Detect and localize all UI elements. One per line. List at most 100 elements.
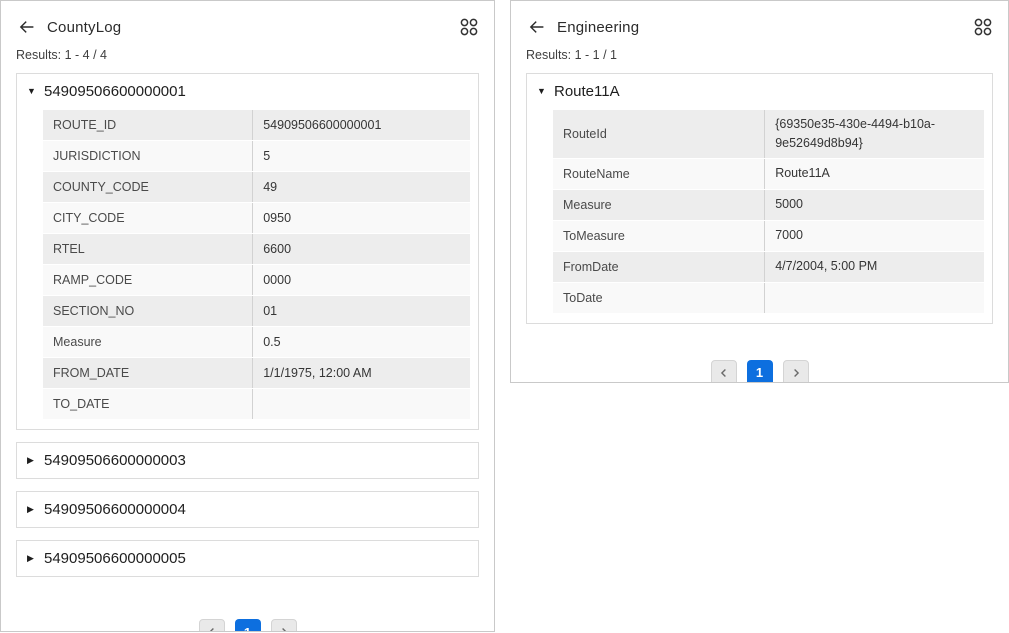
chevron-right-icon — [790, 367, 802, 379]
feature-toggle[interactable]: ▶ 54909506600000005 — [17, 541, 478, 576]
attribute-value: Route11A — [764, 159, 984, 189]
pagination-next-button[interactable] — [271, 619, 297, 632]
pagination-page-button[interactable]: 1 — [747, 360, 773, 384]
attribute-value: {69350e35-430e-4494-b10a-9e52649d8b94} — [764, 110, 984, 158]
pagination-page-button[interactable]: 1 — [235, 619, 261, 632]
attribute-value: 0950 — [252, 203, 470, 233]
attribute-label: RouteId — [553, 110, 764, 158]
attribute-label: SECTION_NO — [43, 296, 252, 326]
apps-grid-button[interactable] — [973, 17, 993, 37]
results-count: Results: 1 - 1 / 1 — [526, 48, 993, 62]
attribute-label: FromDate — [553, 252, 764, 282]
feature-toggle[interactable]: ▼ Route11A — [527, 74, 992, 109]
attribute-value: 49 — [252, 172, 470, 202]
pagination: 1 — [16, 619, 479, 632]
attribute-row: RAMP_CODE 0000 — [43, 265, 470, 296]
apps-grid-icon — [973, 17, 993, 37]
attribute-row: TO_DATE — [43, 389, 470, 419]
feature-panel: Engineering Results: 1 - 1 / 1 ▼ Route11… — [510, 0, 1009, 383]
attribute-value: 5000 — [764, 190, 984, 220]
feature-card: ▼ Route11A RouteId {69350e35-430e-4494-b… — [526, 73, 993, 324]
arrow-left-icon — [18, 19, 35, 35]
attribute-row: JURISDICTION 5 — [43, 141, 470, 172]
panel-title: CountyLog — [47, 19, 121, 36]
attribute-row: ToMeasure 7000 — [553, 221, 984, 252]
caret-icon: ▶ — [27, 505, 38, 514]
attribute-label: RouteName — [553, 159, 764, 189]
results-count: Results: 1 - 4 / 4 — [16, 48, 479, 62]
panel-header: CountyLog — [16, 13, 479, 41]
pagination-next-button[interactable] — [783, 360, 809, 384]
attribute-table: ROUTE_ID 54909506600000001 JURISDICTION … — [43, 110, 470, 419]
feature-card: ▶ 54909506600000003 — [16, 442, 479, 479]
feature-card: ▶ 54909506600000004 — [16, 491, 479, 528]
feature-title: 54909506600000003 — [44, 452, 186, 469]
attribute-value: 7000 — [764, 221, 984, 251]
attribute-row: FROM_DATE 1/1/1975, 12:00 AM — [43, 358, 470, 389]
attribute-label: FROM_DATE — [43, 358, 252, 388]
feature-title: 54909506600000004 — [44, 501, 186, 518]
attribute-value: 0000 — [252, 265, 470, 295]
attribute-row: ToDate — [553, 283, 984, 313]
feature-title: Route11A — [554, 83, 620, 100]
caret-icon: ▶ — [27, 456, 38, 465]
back-button[interactable] — [528, 19, 545, 35]
apps-grid-icon — [459, 17, 479, 37]
apps-grid-button[interactable] — [459, 17, 479, 37]
attribute-label: JURISDICTION — [43, 141, 252, 171]
attribute-value — [252, 389, 470, 419]
attribute-value — [764, 283, 984, 313]
attribute-row: SECTION_NO 01 — [43, 296, 470, 327]
feature-toggle[interactable]: ▶ 54909506600000003 — [17, 443, 478, 478]
attribute-row: RouteId {69350e35-430e-4494-b10a-9e52649… — [553, 110, 984, 159]
back-button[interactable] — [18, 19, 35, 35]
chevron-right-icon — [278, 626, 290, 632]
feature-info-panels: CountyLog Results: 1 - 4 / 4 ▼ 549095066… — [0, 0, 1009, 633]
attribute-label: ToDate — [553, 283, 764, 313]
arrow-left-icon — [528, 19, 545, 35]
feature-card: ▼ 54909506600000001 ROUTE_ID 54909506600… — [16, 73, 479, 430]
feature-list: ▼ Route11A RouteId {69350e35-430e-4494-b… — [526, 73, 993, 324]
feature-title: 54909506600000005 — [44, 550, 186, 567]
pagination-prev-button[interactable] — [711, 360, 737, 384]
attribute-label: ToMeasure — [553, 221, 764, 251]
caret-icon: ▶ — [27, 554, 38, 563]
feature-panel: CountyLog Results: 1 - 4 / 4 ▼ 549095066… — [0, 0, 495, 632]
attribute-label: RAMP_CODE — [43, 265, 252, 295]
attribute-value: 6600 — [252, 234, 470, 264]
chevron-left-icon — [206, 626, 218, 632]
attribute-value: 5 — [252, 141, 470, 171]
feature-card: ▶ 54909506600000005 — [16, 540, 479, 577]
attribute-value: 4/7/2004, 5:00 PM — [764, 252, 984, 282]
feature-title: 54909506600000001 — [44, 83, 186, 100]
attribute-row: Measure 0.5 — [43, 327, 470, 358]
feature-toggle[interactable]: ▼ 54909506600000001 — [17, 74, 478, 109]
attribute-row: CITY_CODE 0950 — [43, 203, 470, 234]
attribute-value: 0.5 — [252, 327, 470, 357]
panel-header: Engineering — [526, 13, 993, 41]
attribute-row: RTEL 6600 — [43, 234, 470, 265]
attribute-row: RouteName Route11A — [553, 159, 984, 190]
attribute-row: COUNTY_CODE 49 — [43, 172, 470, 203]
chevron-left-icon — [718, 367, 730, 379]
attribute-row: Measure 5000 — [553, 190, 984, 221]
attribute-table: RouteId {69350e35-430e-4494-b10a-9e52649… — [553, 110, 984, 313]
feature-toggle[interactable]: ▶ 54909506600000004 — [17, 492, 478, 527]
attribute-value: 54909506600000001 — [252, 110, 470, 140]
attribute-label: CITY_CODE — [43, 203, 252, 233]
attribute-row: FromDate 4/7/2004, 5:00 PM — [553, 252, 984, 283]
caret-icon: ▼ — [537, 87, 548, 96]
panel-title: Engineering — [557, 19, 639, 36]
pagination: 1 — [526, 360, 993, 384]
attribute-value: 01 — [252, 296, 470, 326]
attribute-row: ROUTE_ID 54909506600000001 — [43, 110, 470, 141]
pagination-prev-button[interactable] — [199, 619, 225, 632]
feature-list: ▼ 54909506600000001 ROUTE_ID 54909506600… — [16, 73, 479, 577]
attribute-label: Measure — [553, 190, 764, 220]
attribute-label: COUNTY_CODE — [43, 172, 252, 202]
caret-icon: ▼ — [27, 87, 38, 96]
attribute-label: Measure — [43, 327, 252, 357]
attribute-label: RTEL — [43, 234, 252, 264]
attribute-value: 1/1/1975, 12:00 AM — [252, 358, 470, 388]
attribute-label: ROUTE_ID — [43, 110, 252, 140]
